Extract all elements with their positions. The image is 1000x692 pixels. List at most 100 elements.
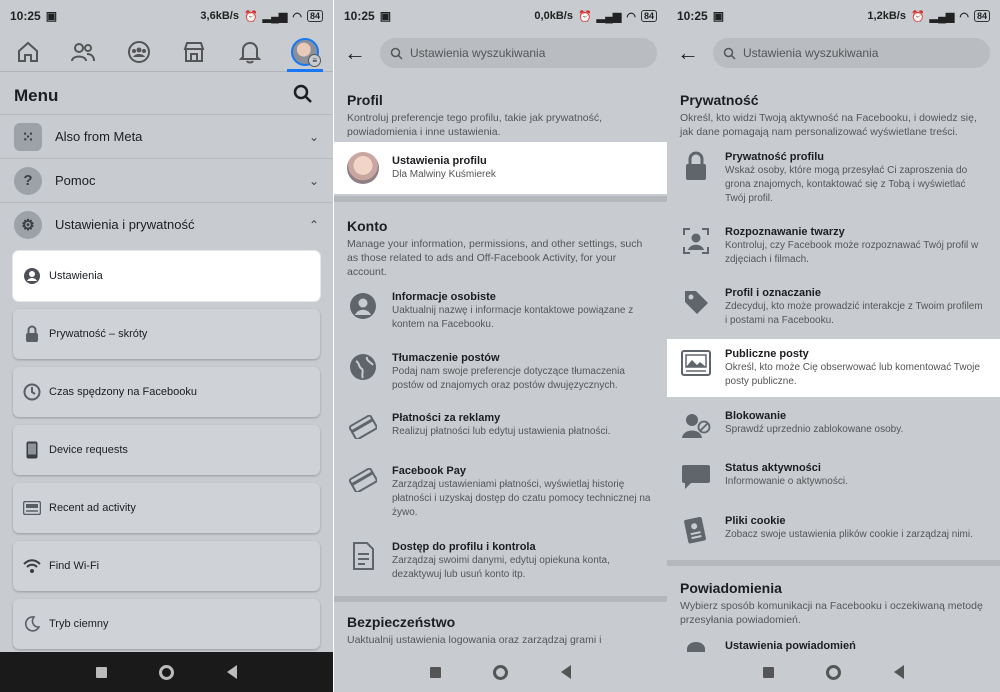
- phone-icon: [23, 441, 41, 459]
- notification-icon: ▣: [712, 9, 725, 23]
- card-label: Find Wi-Fi: [49, 560, 100, 572]
- privacy-item-profile-privacy[interactable]: Prywatność profilu Wskaż osoby, które mog…: [667, 150, 1000, 206]
- account-item-post-translation[interactable]: Tłumaczenie postów Podaj nam swoje prefer…: [334, 351, 667, 393]
- card-label: Czas spędzony na Facebooku: [49, 386, 197, 398]
- menu-badge-icon: ≡: [308, 53, 322, 67]
- item-desc: Informowanie o aktywności.: [725, 476, 848, 487]
- status-time: 10:25: [344, 9, 375, 23]
- item-title: Prywatność profilu: [725, 151, 825, 163]
- menu-screen: 10:25 ▣ 3,6kB/s ⏰ ▂▄▆ ◠ 84 ≡ Menu ⁙ Also…: [0, 0, 333, 692]
- item-title: Informacje osobiste: [392, 291, 496, 303]
- privacy-item-blocking[interactable]: Blokowanie Sprawdź uprzednio zablokowane …: [667, 409, 1000, 441]
- moon-icon: [23, 615, 41, 633]
- chevron-down-icon: ⌄: [308, 129, 319, 144]
- android-nav-bar: [667, 652, 1000, 692]
- back-button[interactable]: [560, 665, 571, 679]
- section-label: Ustawienia i prywatność: [55, 217, 195, 232]
- account-item-profile-access[interactable]: Dostęp do profilu i kontrola Zarządzaj sw…: [334, 540, 667, 582]
- item-title: Dostęp do profilu i kontrola: [392, 541, 536, 553]
- alarm-icon: ⏰: [577, 10, 592, 23]
- privacy-item-public-posts[interactable]: Publiczne posty Określ, kto może Cię obse…: [667, 339, 1000, 397]
- groups-icon: [127, 40, 150, 63]
- account-item-ad-payments[interactable]: Płatności za reklamy Realizuj płatności l…: [334, 411, 667, 443]
- public-posts-icon: [680, 347, 712, 379]
- search-icon: [390, 47, 403, 60]
- section-settings-privacy[interactable]: ⚙ Ustawienia i prywatność ⌃: [0, 202, 333, 246]
- menu-card-recent-ad-activity[interactable]: Recent ad activity: [13, 483, 320, 533]
- header: ← Ustawienia wyszukiwania: [334, 32, 667, 74]
- back-arrow-icon[interactable]: ←: [677, 40, 703, 66]
- tab-groups[interactable]: [119, 32, 159, 72]
- recents-button[interactable]: [763, 666, 775, 678]
- item-title: Profil i oznaczanie: [725, 287, 821, 299]
- home-button[interactable]: [159, 664, 175, 680]
- profile-avatar: [347, 152, 379, 184]
- item-title: Blokowanie: [725, 410, 787, 422]
- account-item-facebook-pay[interactable]: Facebook Pay Zarządzaj ustawieniami płatn…: [334, 464, 667, 520]
- card-label: Recent ad activity: [49, 502, 136, 514]
- item-title: Pliki cookie: [725, 515, 786, 527]
- menu-card-settings[interactable]: Ustawienia: [13, 251, 320, 301]
- section-desc-account: Manage your information, permissions, an…: [347, 238, 643, 278]
- section-help[interactable]: ? Pomoc ⌄: [0, 158, 333, 202]
- page-title: Menu: [14, 86, 59, 105]
- search-input[interactable]: Ustawienia wyszukiwania: [713, 38, 990, 68]
- lock-icon: [23, 325, 41, 343]
- tab-menu[interactable]: ≡: [285, 32, 325, 72]
- section-also-from-meta[interactable]: ⁙ Also from Meta ⌄: [0, 114, 333, 158]
- back-arrow-icon[interactable]: ←: [344, 40, 370, 66]
- search-input[interactable]: Ustawienia wyszukiwania: [380, 38, 657, 68]
- menu-card-time-spent[interactable]: Czas spędzony na Facebooku: [13, 367, 320, 417]
- tab-notifications[interactable]: [230, 32, 270, 72]
- privacy-item-face-recognition[interactable]: Rozpoznawanie twarzy Kontroluj, czy Faceb…: [667, 225, 1000, 267]
- section-label: Pomoc: [55, 173, 96, 188]
- item-desc: Wskaż osoby, które mogą przesyłać Ci zap…: [725, 165, 968, 204]
- menu-card-privacy-shortcuts[interactable]: Prywatność – skróty: [13, 309, 320, 359]
- home-button[interactable]: [493, 664, 509, 680]
- privacy-item-cookies[interactable]: Pliki cookie Zobacz swoje ustawienia plik…: [667, 514, 1000, 546]
- section-desc-notifications: Wybierz sposób komunikacji na Facebooku …: [680, 600, 983, 626]
- bell-icon: [238, 41, 261, 63]
- signal-icon: ▂▄▆: [929, 10, 955, 23]
- menu-card-device-requests[interactable]: Device requests: [13, 425, 320, 475]
- section-desc-profile: Kontroluj preferencje tego profilu, taki…: [347, 112, 603, 138]
- network-speed: 3,6kB/s: [200, 10, 239, 22]
- recents-button[interactable]: [430, 666, 442, 678]
- notification-icon: ▣: [379, 9, 392, 23]
- item-desc: Zdecyduj, kto może prowadzić interakcje …: [725, 301, 983, 326]
- account-item-personal-info[interactable]: Informacje osobiste Uaktualnij nazwę i in…: [334, 290, 667, 332]
- item-title: Tłumaczenie postów: [392, 352, 500, 364]
- privacy-item-activity-status[interactable]: Status aktywności Informowanie o aktywnoś…: [667, 461, 1000, 493]
- item-title: Ustawienia profilu: [392, 155, 487, 167]
- search-button[interactable]: [293, 84, 313, 109]
- tab-marketplace[interactable]: [174, 32, 214, 72]
- search-placeholder: Ustawienia wyszukiwania: [743, 46, 879, 60]
- back-button[interactable]: [893, 665, 904, 679]
- battery-icon: 84: [640, 10, 657, 22]
- block-user-icon: [680, 409, 712, 441]
- credit-card-icon: [347, 411, 379, 443]
- help-icon: ?: [14, 166, 42, 195]
- profile-settings-item[interactable]: Ustawienia profilu Dla Malwiny Kuśmierek: [334, 142, 667, 194]
- back-button[interactable]: [226, 665, 237, 679]
- card-label: Ustawienia: [49, 270, 103, 282]
- privacy-item-profile-tagging[interactable]: Profil i oznaczanie Zdecyduj, kto może pr…: [667, 286, 1000, 328]
- wifi-icon: [23, 557, 41, 575]
- section-heading-account: Konto: [347, 218, 388, 234]
- notification-icon: ▣: [45, 9, 58, 23]
- tab-friends[interactable]: [63, 32, 103, 72]
- menu-card-find-wifi[interactable]: Find Wi-Fi: [13, 541, 320, 591]
- avatar: ≡: [291, 37, 322, 67]
- search-icon: [293, 84, 312, 103]
- globe-icon: [347, 351, 379, 383]
- home-button[interactable]: [826, 664, 842, 680]
- tab-home[interactable]: [8, 32, 48, 72]
- item-title: Facebook Pay: [392, 465, 466, 477]
- card-label: Device requests: [49, 444, 128, 456]
- section-desc-privacy: Określ, kto widzi Twoją aktywność na Fac…: [680, 112, 977, 138]
- home-icon: [17, 41, 38, 62]
- status-bar: 10:25 ▣ 1,2kB/s ⏰ ▂▄▆ ◠ 84: [667, 0, 1000, 32]
- menu-card-dark-mode[interactable]: Tryb ciemny: [13, 599, 320, 649]
- item-desc: Uaktualnij nazwę i informacje kontaktowe…: [392, 305, 634, 330]
- recents-button[interactable]: [96, 666, 108, 678]
